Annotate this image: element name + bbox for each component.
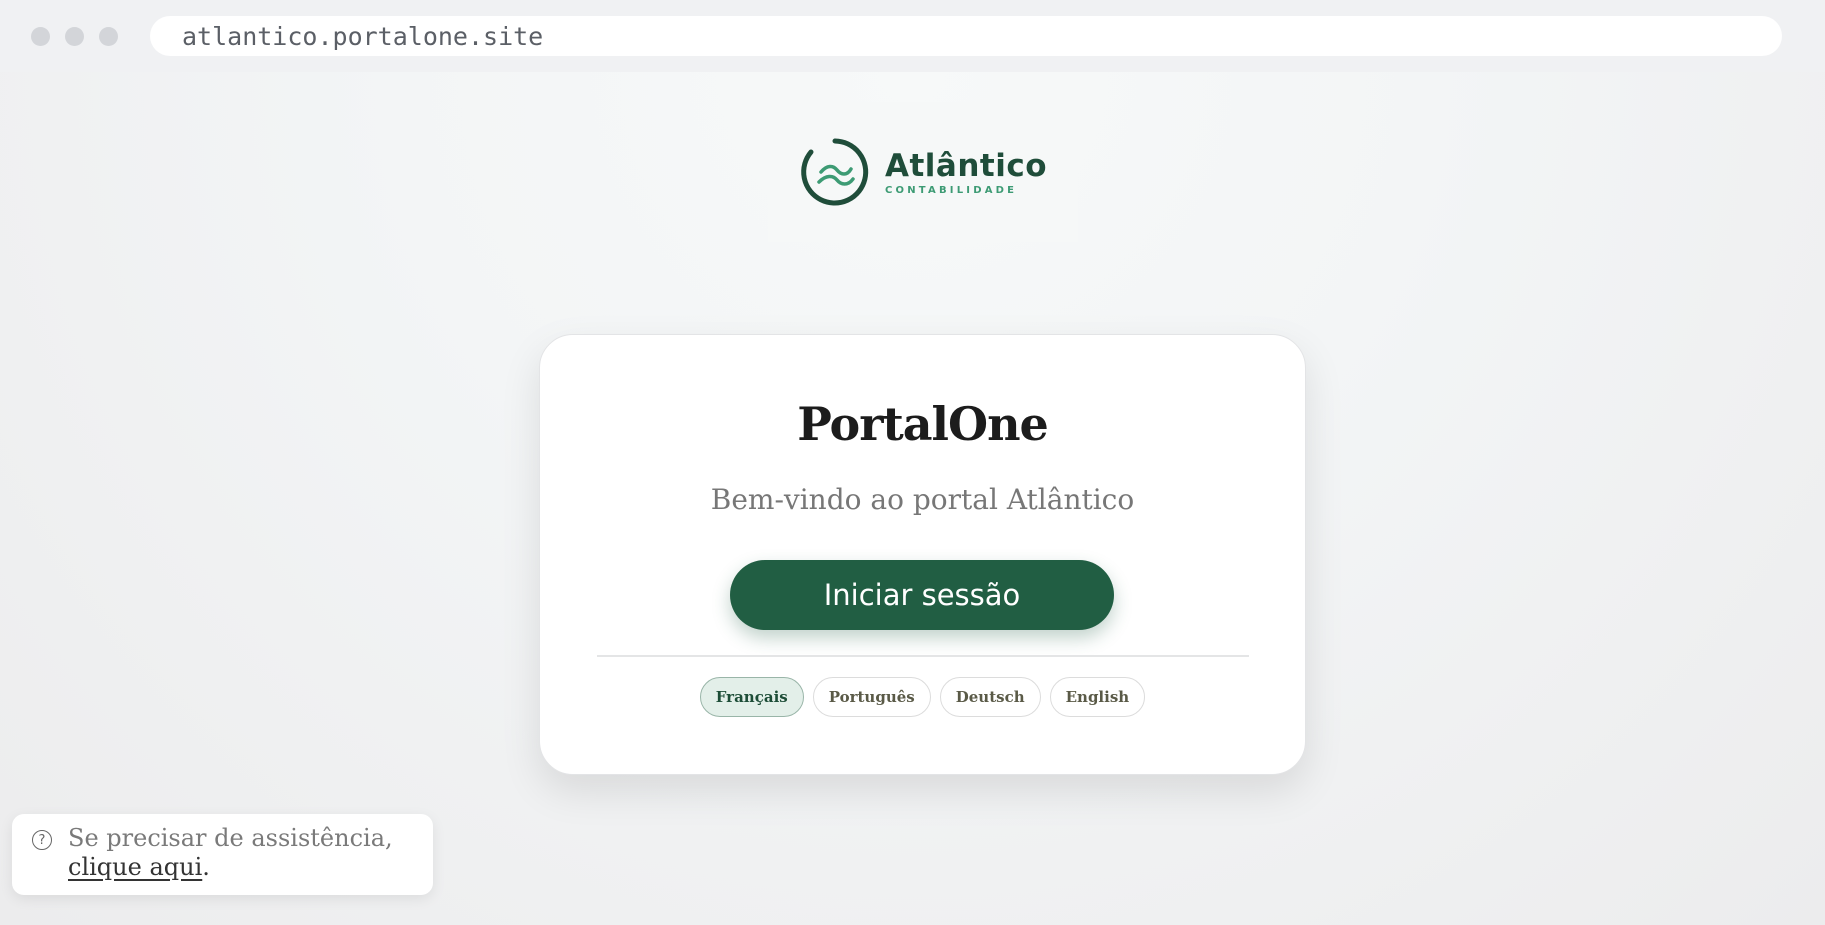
welcome-text: Bem-vindo ao portal Atlântico: [710, 483, 1135, 516]
help-link[interactable]: clique aqui: [68, 853, 202, 881]
login-card: PortalOne Bem-vindo ao portal Atlântico …: [539, 334, 1306, 775]
window-maximize-dot[interactable]: [99, 27, 118, 46]
help-text: Se precisar de assistência, clique aqui.: [68, 824, 418, 882]
browser-chrome: atlantico.portalone.site: [0, 0, 1825, 72]
help-period: .: [202, 853, 210, 881]
language-option-english[interactable]: English: [1049, 677, 1146, 717]
language-option-deutsch[interactable]: Deutsch: [939, 677, 1041, 717]
language-selector: Français Português Deutsch English: [540, 677, 1305, 717]
company-logo: Atlântico CONTABILIDADE: [768, 102, 1078, 242]
language-option-portugues[interactable]: Português: [812, 677, 931, 717]
page-content: Atlântico CONTABILIDADE PortalOne Bem-vi…: [0, 72, 1825, 925]
address-bar[interactable]: atlantico.portalone.site: [150, 16, 1782, 56]
browser-window: atlantico.portalone.site Atlântico CONTA…: [0, 0, 1825, 925]
url-text: atlantico.portalone.site: [182, 21, 544, 51]
help-message: Se precisar de assistência,: [68, 824, 393, 852]
logo-name: Atlântico: [884, 148, 1048, 184]
divider: [597, 655, 1249, 657]
wave-circle-logo-icon: [801, 138, 869, 206]
page-title: PortalOne: [797, 397, 1049, 451]
window-minimize-dot[interactable]: [65, 27, 84, 46]
question-circle-icon: ?: [32, 830, 52, 850]
language-option-francais[interactable]: Français: [699, 677, 804, 717]
help-box: ? Se precisar de assistência, clique aqu…: [12, 814, 433, 895]
logo-subtitle: CONTABILIDADE: [884, 185, 1018, 196]
login-button[interactable]: Iniciar sessão: [730, 560, 1114, 630]
window-close-dot[interactable]: [31, 27, 50, 46]
